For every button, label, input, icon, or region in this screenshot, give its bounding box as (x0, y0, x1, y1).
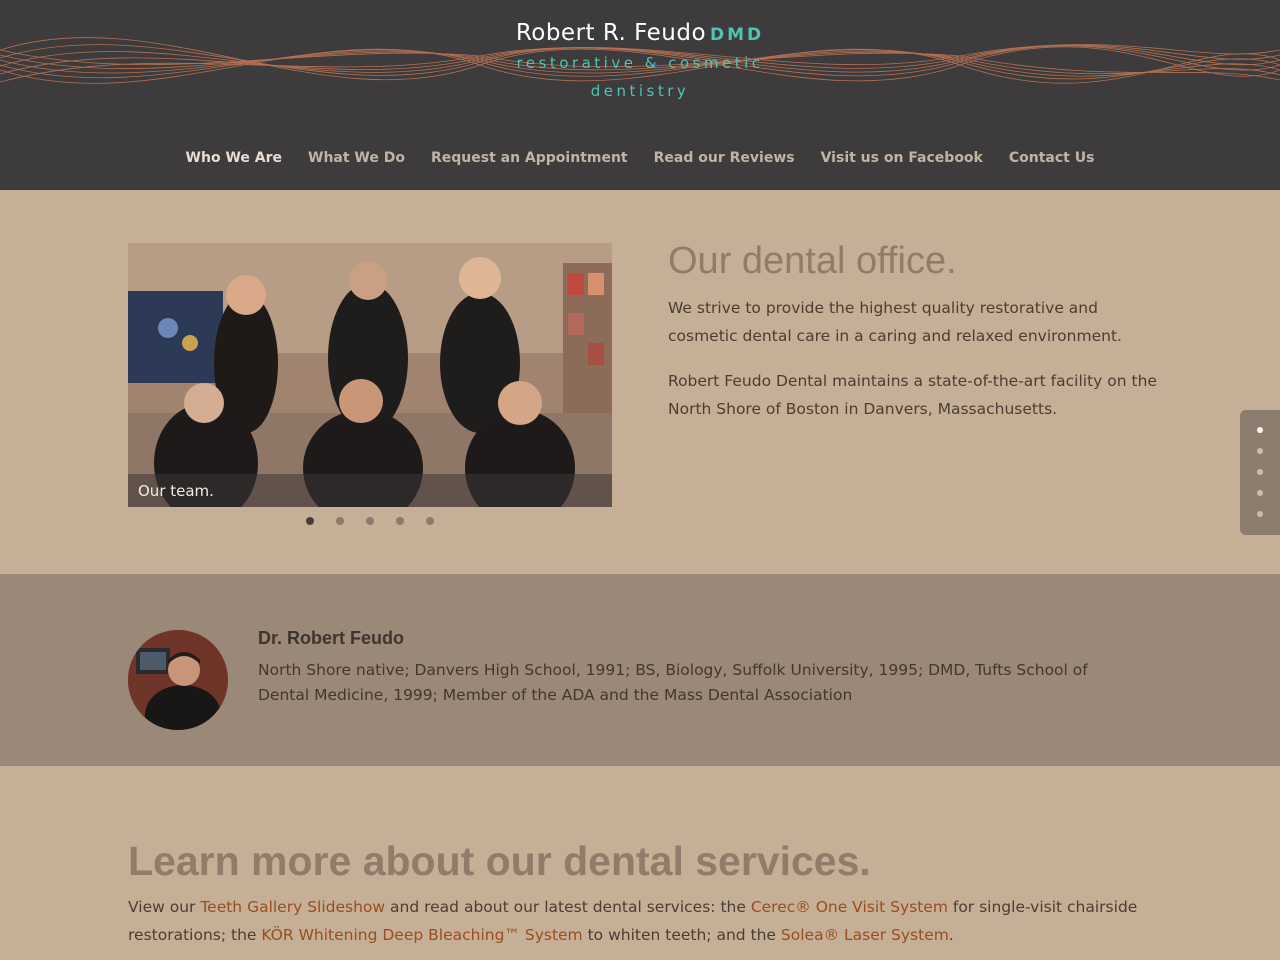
section-dot-2[interactable] (1257, 448, 1263, 454)
office-paragraph-2: Robert Feudo Dental maintains a state-of… (668, 372, 1157, 418)
section-dot-1[interactable] (1257, 427, 1263, 433)
slider-dot-2[interactable] (336, 517, 344, 525)
team-photo (128, 243, 612, 507)
kor-whitening-link[interactable]: KÖR Whitening Deep Bleaching™ System (261, 926, 582, 944)
slide-caption: Our team. (138, 482, 214, 500)
section-side-nav (1240, 410, 1280, 535)
slider-dot-4[interactable] (396, 517, 404, 525)
services-text-2: and read about our latest dental service… (385, 898, 751, 916)
services-heading: Learn more about our dental services. (128, 838, 871, 884)
teeth-gallery-link[interactable]: Teeth Gallery Slideshow (200, 898, 385, 916)
cerec-link[interactable]: Cerec® One Visit System (751, 898, 948, 916)
solea-laser-link[interactable]: Solea® Laser System (781, 926, 949, 944)
slider-dot-5[interactable] (426, 517, 434, 525)
logo-name: Robert R. Feudo DMD (516, 20, 764, 46)
slider-dot-3[interactable] (366, 517, 374, 525)
services-text-5: . (948, 926, 954, 944)
services-paragraph: View our Teeth Gallery Slideshow and rea… (128, 893, 1138, 949)
slide-caption-bar: Our team. (128, 474, 612, 507)
slider-dot-1[interactable] (306, 517, 314, 525)
doctor-section: Dr. Robert Feudo North Shore native; Dan… (0, 574, 1280, 766)
logo-tagline-2: dentistry (590, 82, 690, 100)
site-logo[interactable]: Robert R. Feudo DMD restorative & cosmeti… (0, 20, 1280, 100)
nav-request-appointment[interactable]: Request an Appointment (431, 150, 628, 166)
section-dot-5[interactable] (1257, 511, 1263, 517)
team-photo-slider[interactable]: Our team. (128, 243, 612, 507)
section-dot-4[interactable] (1257, 490, 1263, 496)
logo-name-text: Robert R. Feudo (515, 20, 707, 46)
doctor-bio: North Shore native; Danvers High School,… (258, 661, 1088, 704)
logo-dmd: DMD (710, 25, 765, 45)
logo-tagline-1: restorative & cosmetic (516, 54, 764, 72)
services-text-1: View our (128, 898, 201, 916)
nav-read-reviews[interactable]: Read our Reviews (654, 150, 795, 166)
section-dot-3[interactable] (1257, 469, 1263, 475)
slider-pagination (306, 517, 434, 525)
doctor-avatar (128, 630, 228, 730)
main-nav: Who We Are What We Do Request an Appoint… (0, 150, 1280, 166)
nav-facebook[interactable]: Visit us on Facebook (821, 150, 983, 166)
nav-who-we-are[interactable]: Who We Are (186, 150, 282, 166)
site-header: Robert R. Feudo DMD restorative & cosmeti… (0, 0, 1280, 190)
office-paragraph-1: We strive to provide the highest quality… (668, 299, 1122, 345)
office-heading: Our dental office. (668, 240, 957, 282)
doctor-name: Dr. Robert Feudo (258, 628, 405, 648)
services-text-4: to whiten teeth; and the (582, 926, 781, 944)
nav-contact-us[interactable]: Contact Us (1009, 150, 1095, 166)
nav-what-we-do[interactable]: What We Do (308, 150, 405, 166)
